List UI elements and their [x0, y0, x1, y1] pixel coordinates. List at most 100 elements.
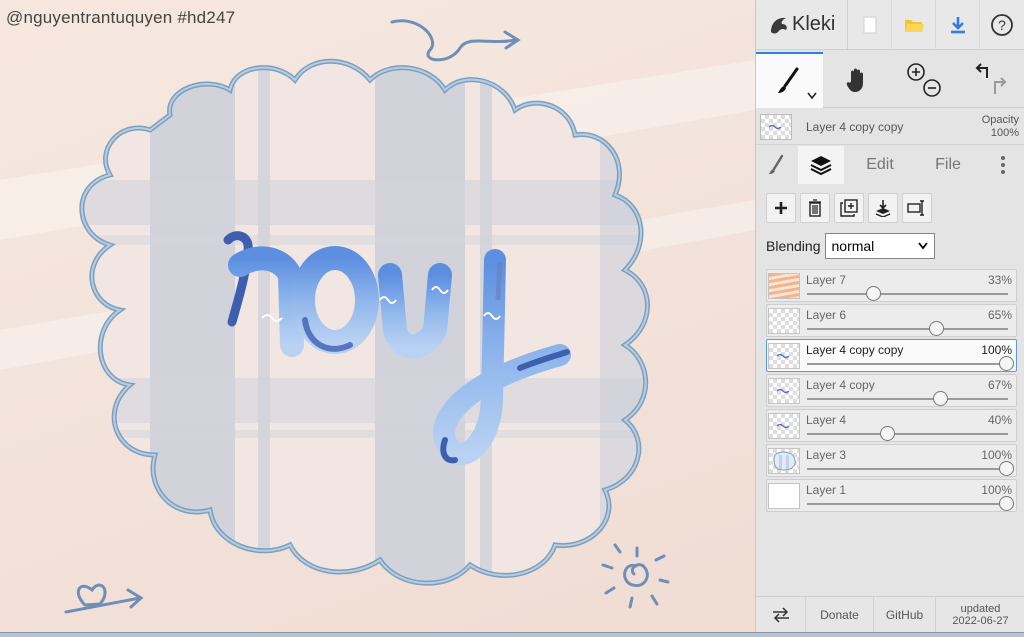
- opacity-slider-track[interactable]: [807, 328, 1008, 330]
- more-menu-button[interactable]: [980, 146, 1024, 184]
- layer-list: Layer 7 33% Layer 6 65% Layer 4 copy copy 100…: [766, 269, 1017, 514]
- opacity-slider-knob[interactable]: [929, 321, 945, 336]
- layer-thumbnail: [768, 448, 800, 474]
- updated-label: updated: [960, 602, 1001, 615]
- opacity-slider-track[interactable]: [807, 433, 1008, 435]
- brush-tool-button[interactable]: [756, 52, 823, 108]
- rename-layer-button[interactable]: [902, 193, 932, 223]
- blank-page-icon: [863, 16, 876, 33]
- duplicate-layer-button[interactable]: [834, 193, 864, 223]
- layer-thumbnail: [768, 308, 800, 334]
- layer-thumbnail: [768, 483, 800, 509]
- side-panel: Kleki ? Layer 4 copy copy Opacity 100% E…: [755, 0, 1024, 632]
- opacity-label: Opacity: [981, 113, 1019, 126]
- add-layer-button[interactable]: [766, 193, 796, 223]
- opacity-slider-knob[interactable]: [999, 496, 1014, 511]
- tab-brush[interactable]: [756, 146, 798, 184]
- download-icon: [950, 16, 965, 33]
- opacity-slider-knob[interactable]: [999, 356, 1014, 371]
- opacity-slider-track[interactable]: [807, 363, 1008, 365]
- layer-thumbnail: [768, 413, 800, 439]
- opacity-slider-knob[interactable]: [999, 461, 1014, 476]
- artwork: [0, 19, 755, 614]
- app-name: Kleki: [792, 13, 836, 35]
- plus-icon: [775, 202, 787, 214]
- top-squiggle-doodle: [390, 19, 521, 62]
- tab-edit[interactable]: Edit: [844, 146, 916, 184]
- tab-file[interactable]: File: [916, 146, 980, 184]
- opacity-slider-track[interactable]: [807, 468, 1008, 470]
- sun-doodle: [601, 543, 670, 609]
- layer-row[interactable]: Layer 7 33%: [766, 269, 1017, 302]
- opacity-value: 100%: [990, 126, 1019, 139]
- layer-opacity: 100%: [981, 448, 1012, 462]
- bottom-bar: Donate GitHub updated 2022-06-27: [756, 596, 1024, 632]
- svg-text:?: ?: [998, 17, 1006, 33]
- vertical-dots-icon: [1000, 156, 1005, 174]
- taskbar-strip: [0, 632, 1024, 637]
- layers-icon: [810, 156, 832, 176]
- donate-link[interactable]: Donate: [806, 597, 874, 632]
- folder-icon: [904, 19, 924, 32]
- undo-redo-buttons[interactable]: [957, 52, 1024, 108]
- layer-thumbnail: [768, 273, 800, 299]
- blending-select[interactable]: normal: [824, 233, 935, 259]
- opacity-slider-knob[interactable]: [865, 286, 881, 301]
- tab-layers[interactable]: [798, 146, 844, 184]
- delete-layer-button[interactable]: [800, 193, 830, 223]
- layer-row[interactable]: Layer 4 40%: [766, 409, 1017, 442]
- layer-row[interactable]: Layer 4 copy 67%: [766, 374, 1017, 407]
- kleki-bird-icon: [771, 17, 787, 33]
- zoom-in-out-icon: [906, 63, 941, 97]
- layer-opacity: 100%: [981, 343, 1012, 357]
- opacity-slider-track[interactable]: [807, 293, 1008, 295]
- layer-name: Layer 6: [806, 308, 847, 322]
- rename-icon: [907, 200, 924, 216]
- hand-icon: [846, 68, 863, 92]
- brush-icon: [777, 67, 798, 93]
- github-link[interactable]: GitHub: [874, 597, 936, 632]
- save-download-button[interactable]: [936, 0, 980, 50]
- layer-name: Layer 3: [806, 448, 847, 462]
- help-button[interactable]: ?: [980, 0, 1024, 50]
- drawing-canvas[interactable]: @nguyentrantuquyen #hd247: [0, 0, 755, 632]
- updated-info[interactable]: updated 2022-06-27: [936, 597, 1024, 632]
- top-bar: Kleki ?: [756, 0, 1024, 50]
- zoom-buttons[interactable]: [890, 52, 957, 108]
- layer-row[interactable]: Layer 4 copy copy 100%: [766, 339, 1017, 372]
- layer-row[interactable]: Layer 1 100%: [766, 479, 1017, 512]
- hand-tool-button[interactable]: [823, 52, 890, 108]
- opacity-slider-knob[interactable]: [879, 426, 895, 441]
- layer-name: Layer 7: [806, 273, 847, 287]
- layer-name: Layer 4 copy: [806, 378, 875, 392]
- layer-thumbnail: [768, 378, 800, 404]
- duplicate-icon: [840, 199, 858, 217]
- layer-thumbnail: [768, 343, 800, 369]
- layer-name: Layer 1: [806, 483, 847, 497]
- brush-icon: [769, 154, 784, 174]
- layer-row[interactable]: Layer 3 100%: [766, 444, 1017, 477]
- current-layer-opacity[interactable]: Opacity 100%: [982, 114, 1024, 140]
- opacity-slider-knob[interactable]: [933, 391, 949, 406]
- panel-tabs: Edit File: [756, 146, 1024, 184]
- layer-name: Layer 4 copy copy: [806, 343, 904, 357]
- opacity-slider-track[interactable]: [807, 503, 1008, 505]
- chevron-down-icon: [807, 92, 817, 100]
- tool-row: [756, 52, 1024, 108]
- help-icon: ?: [991, 13, 1013, 36]
- merge-down-button[interactable]: [868, 193, 898, 223]
- blending-row: Blending normal: [766, 233, 935, 259]
- current-layer-name: Layer 4 copy copy: [806, 119, 904, 134]
- blending-label: Blending: [766, 238, 821, 254]
- heart-arrow-doodle: [64, 583, 144, 614]
- layer-row[interactable]: Layer 6 65%: [766, 304, 1017, 337]
- open-file-button[interactable]: [892, 0, 936, 50]
- swap-side-button[interactable]: [756, 597, 806, 632]
- opacity-slider-track[interactable]: [807, 398, 1008, 400]
- layer-toolbar: [766, 193, 932, 223]
- app-logo[interactable]: Kleki: [756, 0, 848, 50]
- layer-opacity: 33%: [987, 273, 1012, 287]
- trash-icon: [809, 199, 821, 217]
- new-file-button[interactable]: [848, 0, 892, 50]
- layer-opacity: 100%: [981, 483, 1012, 497]
